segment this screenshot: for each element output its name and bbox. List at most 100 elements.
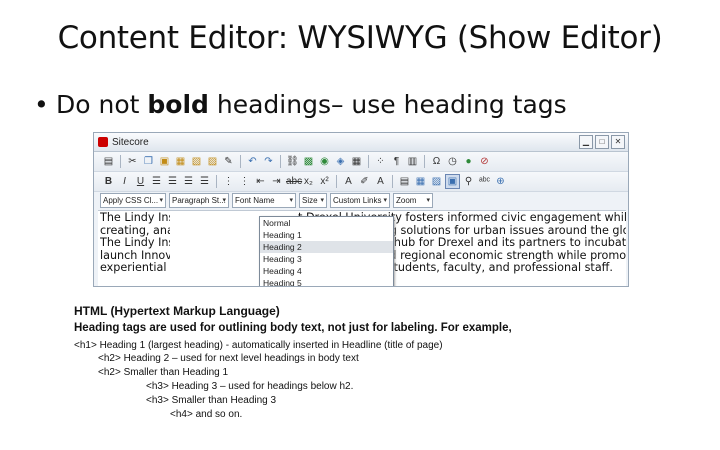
insert-flash-icon[interactable]: ◈ <box>334 155 347 168</box>
toolbar-separator <box>216 175 217 188</box>
toolbar-separator <box>280 155 281 168</box>
custom-links-label: Custom Links <box>333 196 382 205</box>
editor-screenshot: Sitecore ▁ □ ✕ ▤ ✂ ❐ ▣ ▦ ▧ ▨ ✎ ↶ ↷ ⛓ ▩ ◉… <box>93 132 629 287</box>
symbol-omega-icon[interactable]: Ω <box>430 155 443 168</box>
clear-formatting-icon[interactable]: A <box>374 175 387 188</box>
superscript-icon[interactable]: x² <box>318 175 331 188</box>
cut-icon[interactable]: ✂ <box>126 155 139 168</box>
window-controls: ▁ □ ✕ <box>579 135 625 149</box>
italic-icon[interactable]: I <box>118 175 131 188</box>
paste-text-icon[interactable]: ▦ <box>174 155 187 168</box>
insert-image-icon[interactable]: ▩ <box>302 155 315 168</box>
paragraph-mark-icon[interactable]: ¶ <box>390 155 403 168</box>
zoom-dropdown[interactable]: Zoom ▾ <box>393 193 433 208</box>
toolbar-separator <box>240 155 241 168</box>
menu-item-normal[interactable]: Normal <box>260 217 393 229</box>
align-right-icon[interactable]: ☰ <box>182 175 195 188</box>
outdent-icon[interactable]: ⇤ <box>254 175 267 188</box>
notes-heading: HTML (Hypertext Markup Language) <box>74 304 280 318</box>
bulleted-list-icon[interactable]: ⋮ <box>238 175 251 188</box>
editor-titlebar: Sitecore ▁ □ ✕ <box>94 133 628 152</box>
chevron-down-icon: ▾ <box>159 197 163 204</box>
apply-css-class-dropdown[interactable]: Apply CSS Cl... ▾ <box>100 193 166 208</box>
code-line-h1: <h1> Heading 1 (largest heading) - autom… <box>74 340 443 351</box>
menu-item-heading-5[interactable]: Heading 5 <box>260 277 393 286</box>
bullet-text-bold: bold <box>147 90 209 119</box>
table-properties-icon[interactable]: ▤ <box>398 175 411 188</box>
spellcheck-icon[interactable]: ▥ <box>406 155 419 168</box>
size-dropdown[interactable]: Size ▾ <box>299 193 327 208</box>
indent-icon[interactable]: ⇥ <box>270 175 283 188</box>
custom-links-dropdown[interactable]: Custom Links ▾ <box>330 193 390 208</box>
paragraph-style-menu: Normal Heading 1 Heading 2 Heading 3 Hea… <box>259 216 394 286</box>
hyperlink-icon[interactable]: ⛓ <box>286 155 299 168</box>
paragraph-style-dropdown[interactable]: Paragraph St... ▾ <box>169 193 229 208</box>
underline-icon[interactable]: U <box>134 175 147 188</box>
zoom-icon[interactable]: ⊕ <box>494 175 507 188</box>
code-line-h4: <h4> and so on. <box>170 409 243 420</box>
undo-icon[interactable]: ↶ <box>246 155 259 168</box>
bold-icon[interactable]: B <box>102 175 115 188</box>
redo-icon[interactable]: ↷ <box>262 155 275 168</box>
chevron-down-icon: ▾ <box>289 197 293 204</box>
menu-item-heading-1[interactable]: Heading 1 <box>260 229 393 241</box>
paste-html-icon[interactable]: ▨ <box>206 155 219 168</box>
bullet-dot-icon: • <box>34 90 49 119</box>
insert-snippet-icon[interactable]: ● <box>462 155 475 168</box>
strikethrough-icon[interactable]: abc <box>286 175 302 188</box>
document-icon[interactable]: ▤ <box>102 155 115 168</box>
numbered-list-icon[interactable]: ⋮ <box>222 175 235 188</box>
menu-item-heading-3[interactable]: Heading 3 <box>260 253 393 265</box>
code-line-h2: <h2> Heading 2 – used for next level hea… <box>98 353 359 364</box>
maximize-icon[interactable]: □ <box>595 135 609 149</box>
font-color-icon[interactable]: A <box>342 175 355 188</box>
image-map-icon[interactable]: ▦ <box>414 175 427 188</box>
align-justify-icon[interactable]: ☰ <box>198 175 211 188</box>
paste-icon[interactable]: ▣ <box>158 155 171 168</box>
show-borders-icon[interactable]: ⁘ <box>374 155 387 168</box>
font-name-label: Font Name <box>235 196 275 205</box>
spell-check-dropdown-icon[interactable]: ᵃᵇᶜ <box>478 175 491 188</box>
highlight-color-icon[interactable]: ✐ <box>358 175 371 188</box>
menu-item-heading-4[interactable]: Heading 4 <box>260 265 393 277</box>
code-line-h3-small: <h3> Smaller than Heading 3 <box>146 395 277 406</box>
editor-window-title: Sitecore <box>112 136 149 148</box>
insert-date-icon[interactable]: ◷ <box>446 155 459 168</box>
font-name-dropdown[interactable]: Font Name ▾ <box>232 193 296 208</box>
chevron-down-icon: ▾ <box>383 197 387 204</box>
chevron-down-icon: ▾ <box>320 197 324 204</box>
zoom-label: Zoom <box>396 196 417 205</box>
bullet-text-post: headings– use heading tags <box>208 90 567 119</box>
code-line-h3: <h3> Heading 3 – used for headings below… <box>146 381 354 392</box>
find-replace-icon[interactable]: ⚲ <box>462 175 475 188</box>
notes-subheading: Heading tags are used for outlining body… <box>74 322 512 334</box>
toolbar-separator <box>120 155 121 168</box>
insert-form-icon[interactable]: ▨ <box>430 175 443 188</box>
sitecore-logo-icon <box>98 137 108 147</box>
toolbar-separator <box>336 175 337 188</box>
toolbar-row-2: B I U ☰ ☰ ☰ ☰ ⋮ ⋮ ⇤ ⇥ abc x₂ x² A ✐ A ▤ … <box>94 172 628 192</box>
toolbar-row-1: ▤ ✂ ❐ ▣ ▦ ▧ ▨ ✎ ↶ ↷ ⛓ ▩ ◉ ◈ ▦ ⁘ ¶ ▥ Ω ◷ … <box>94 152 628 172</box>
close-icon[interactable]: ✕ <box>611 135 625 149</box>
bullet-point: • Do not bold headings– use heading tags <box>34 90 567 119</box>
format-stripper-icon[interactable]: ✎ <box>222 155 235 168</box>
chevron-down-icon: ▾ <box>222 197 226 204</box>
align-left-icon[interactable]: ☰ <box>150 175 163 188</box>
insert-table-icon[interactable]: ▦ <box>350 155 363 168</box>
bullet-text-pre: Do not <box>56 90 148 119</box>
apply-css-class-label: Apply CSS Cl... <box>103 196 159 205</box>
dropdown-row: Apply CSS Cl... ▾ Paragraph St... ▾ Font N… <box>94 192 628 209</box>
align-center-icon[interactable]: ☰ <box>166 175 179 188</box>
help-icon[interactable]: ⊘ <box>478 155 491 168</box>
slide-title: Content Editor: WYSIWYG (Show Editor) <box>57 20 663 56</box>
copy-icon[interactable]: ❐ <box>142 155 155 168</box>
paste-word-icon[interactable]: ▧ <box>190 155 203 168</box>
menu-item-heading-2[interactable]: Heading 2 <box>260 241 393 253</box>
content-line: The Lindy Inst <box>100 236 170 250</box>
insert-media-icon[interactable]: ◉ <box>318 155 331 168</box>
content-line: experiential le <box>100 261 170 275</box>
minimize-icon[interactable]: ▁ <box>579 135 593 149</box>
content-left-column: The Lindy Inst creating, analy The Lindy… <box>100 212 170 275</box>
subscript-icon[interactable]: x₂ <box>302 175 315 188</box>
selected-tool-icon[interactable]: ▣ <box>445 174 460 189</box>
